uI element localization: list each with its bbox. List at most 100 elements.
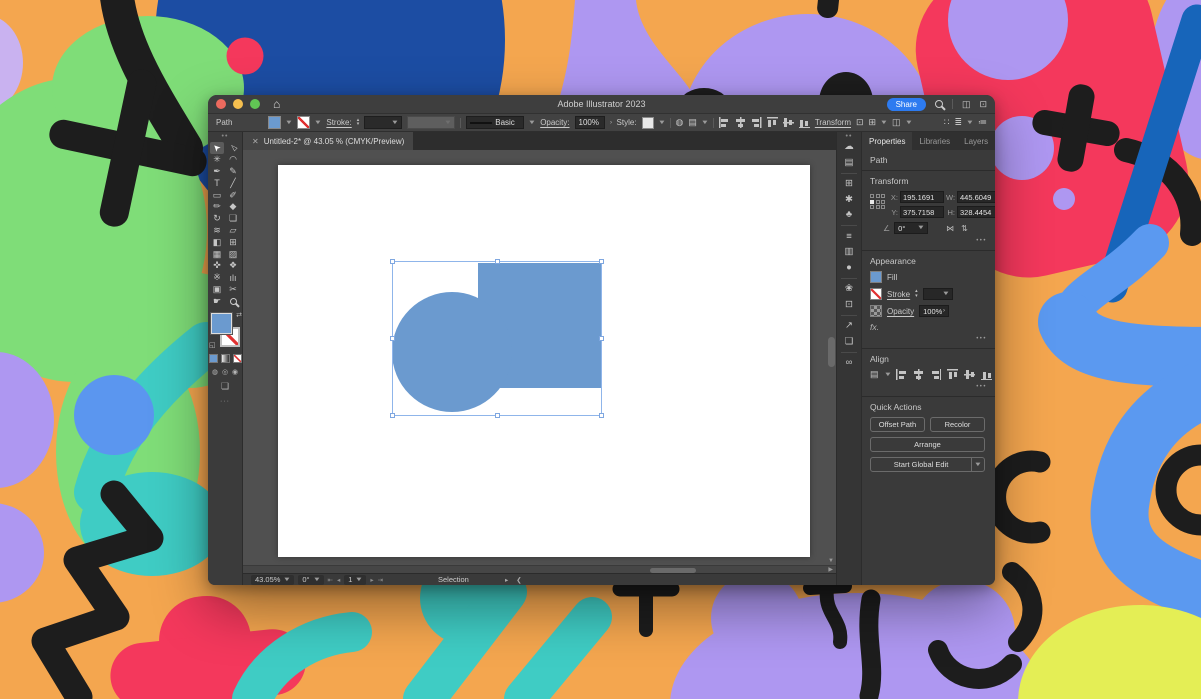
close-tab-icon[interactable]: ✕ <box>252 137 259 146</box>
fill-indicator[interactable] <box>211 313 232 334</box>
flip-vertical-icon[interactable]: ⇅ <box>961 224 968 233</box>
artboard-tool[interactable]: ▣ <box>210 284 224 296</box>
align-center-icon[interactable] <box>735 117 746 128</box>
document-setup-icon[interactable]: ◍ <box>676 117 684 128</box>
appearance-stroke-label[interactable]: Stroke <box>887 290 910 299</box>
first-artboard-icon[interactable]: ⇤ <box>328 576 333 584</box>
change-screen-mode-icon[interactable]: ❏ <box>221 381 229 392</box>
curvature-tool[interactable]: ✎ <box>226 166 240 178</box>
fx-button[interactable]: fx. <box>870 322 987 332</box>
selection-handle[interactable] <box>599 413 604 418</box>
y-field[interactable]: 375.7158 <box>900 206 944 218</box>
pattern-options-icon[interactable]: ❀ <box>839 281 859 297</box>
selection-tool[interactable]: ➤ <box>210 142 224 154</box>
zoom-level-dropdown[interactable]: 43.05% ▼ <box>251 575 294 585</box>
tools-drag-handle[interactable]: •• <box>222 134 229 139</box>
last-artboard-icon[interactable]: ⇥ <box>378 576 383 584</box>
x-field[interactable]: 195.1691 <box>900 191 944 203</box>
opacity-label[interactable]: Opacity: <box>540 118 569 127</box>
minimize-window-button[interactable] <box>233 99 243 109</box>
grid-options-icon[interactable]: ∷ <box>944 117 950 128</box>
search-icon[interactable] <box>935 100 943 108</box>
3d-materials-icon[interactable]: ● <box>839 260 859 276</box>
zoom-chevron-icon[interactable]: ▼ <box>283 577 291 583</box>
rotation-dropdown[interactable]: 0° ▼ <box>298 575 323 585</box>
stroke-weight-label[interactable]: Stroke: <box>326 118 351 127</box>
draw-behind-icon[interactable]: ◎ <box>222 368 228 376</box>
asset-export-icon[interactable]: ♣ <box>839 207 859 223</box>
workspace-chevron-icon[interactable]: ▼ <box>966 120 974 126</box>
arrange-button[interactable]: Arrange <box>870 437 985 452</box>
align-bottom-icon[interactable] <box>799 117 810 128</box>
type-tool[interactable]: T <box>210 177 224 189</box>
isolate-icon[interactable]: ▤ <box>688 117 697 128</box>
artboard[interactable] <box>278 165 810 557</box>
transform-more-options-icon[interactable]: ••• <box>870 238 987 244</box>
selection-handle[interactable] <box>599 336 604 341</box>
fill-color-swatch[interactable] <box>268 116 281 129</box>
stroke-weight-field[interactable]: ▼ <box>364 116 402 129</box>
layers-panel-icon[interactable]: ❏ <box>839 334 859 350</box>
align-to-chevron-icon[interactable]: ▼ <box>883 372 891 378</box>
opacity-field[interactable]: 100% <box>575 116 605 129</box>
bounding-box-icon[interactable]: ⊡ <box>856 117 864 128</box>
transform-link[interactable]: Transform <box>815 118 851 127</box>
scroll-right-icon[interactable]: ▶ <box>828 566 833 573</box>
vertical-scrollbar-handle[interactable] <box>828 337 835 367</box>
start-global-edit-button[interactable]: Start Global Edit ▼ <box>870 457 985 472</box>
stroke-stepper[interactable]: ▴▾ <box>915 290 918 298</box>
share-button[interactable]: Share <box>887 98 926 111</box>
edit-toolbar-icon[interactable]: ··· <box>220 398 230 405</box>
paintbrush-tool[interactable]: ✐ <box>226 189 240 201</box>
appearance-stroke-swatch[interactable] <box>870 288 882 300</box>
gradient-panel-icon[interactable]: ▥ <box>839 244 859 260</box>
export-icon[interactable]: ↗ <box>839 318 859 334</box>
selection-handle[interactable] <box>495 413 500 418</box>
offset-path-button[interactable]: Offset Path <box>870 417 925 432</box>
style-swatch[interactable] <box>642 117 654 129</box>
close-window-button[interactable] <box>216 99 226 109</box>
artboards-icon[interactable]: ⊞ <box>839 176 859 192</box>
horizontal-scrollbar-handle[interactable] <box>650 568 696 573</box>
vertical-scrollbar[interactable]: ▼ <box>828 152 835 563</box>
tab-layers[interactable]: Layers <box>957 132 995 150</box>
align-left-icon[interactable] <box>719 117 730 128</box>
arrange-documents-icon[interactable]: ◫ <box>962 99 971 110</box>
selection-handle[interactable] <box>495 259 500 264</box>
brush-dropdown[interactable]: Basic <box>466 116 524 129</box>
shape-options-chevron-icon[interactable]: ▼ <box>880 120 888 126</box>
rectangle-tool[interactable]: ▭ <box>210 189 224 201</box>
history-icon[interactable]: ✱ <box>839 192 859 208</box>
align-right-icon[interactable] <box>751 117 762 128</box>
w-field[interactable]: 445.6049 <box>957 191 995 203</box>
hand-tool[interactable]: ☛ <box>210 295 224 307</box>
pen-tool[interactable]: ✒ <box>210 166 224 178</box>
links-icon[interactable]: ∞ <box>839 355 859 371</box>
recolor-button[interactable]: Recolor <box>930 417 985 432</box>
screen-mode-icon[interactable]: ⊡ <box>979 99 987 110</box>
color-mode-button[interactable] <box>209 354 218 363</box>
symbols-icon[interactable]: ⊡ <box>839 297 859 313</box>
isolate-chevron-icon[interactable]: ▼ <box>701 120 709 126</box>
opacity-arrow-icon[interactable]: › <box>609 120 612 126</box>
swap-fill-stroke-icon[interactable]: ⇄ <box>236 311 242 319</box>
appearance-opacity-label[interactable]: Opacity <box>887 307 914 316</box>
align-to-icon[interactable]: ▤ <box>870 369 879 380</box>
panel-align-right-icon[interactable] <box>930 369 941 380</box>
panel-align-middle-icon[interactable] <box>964 369 975 380</box>
style-chevron-icon[interactable]: ▼ <box>657 120 665 126</box>
next-artboard-icon[interactable]: ▸ <box>370 576 373 584</box>
home-icon[interactable]: ⌂ <box>273 99 280 109</box>
status-play-icon[interactable]: ▸ <box>505 576 508 584</box>
canvas-pasteboard[interactable]: ▼ <box>243 150 836 565</box>
flip-horizontal-icon[interactable]: ⋈ <box>946 224 954 233</box>
artboard-number-dropdown[interactable]: 1 ▼ <box>344 575 366 585</box>
direct-selection-tool[interactable]: ▻ <box>226 142 240 154</box>
appearance-opacity-field[interactable]: 100% › <box>919 305 949 317</box>
selection-handle[interactable] <box>390 259 395 264</box>
lasso-tool[interactable]: ◠ <box>226 154 240 166</box>
width-tool[interactable]: ≋ <box>210 225 224 237</box>
select-similar-icon[interactable]: ◫ <box>892 117 901 128</box>
eraser-tool[interactable]: ◆ <box>226 201 240 213</box>
eyedropper-tool[interactable]: ✜ <box>210 260 224 272</box>
